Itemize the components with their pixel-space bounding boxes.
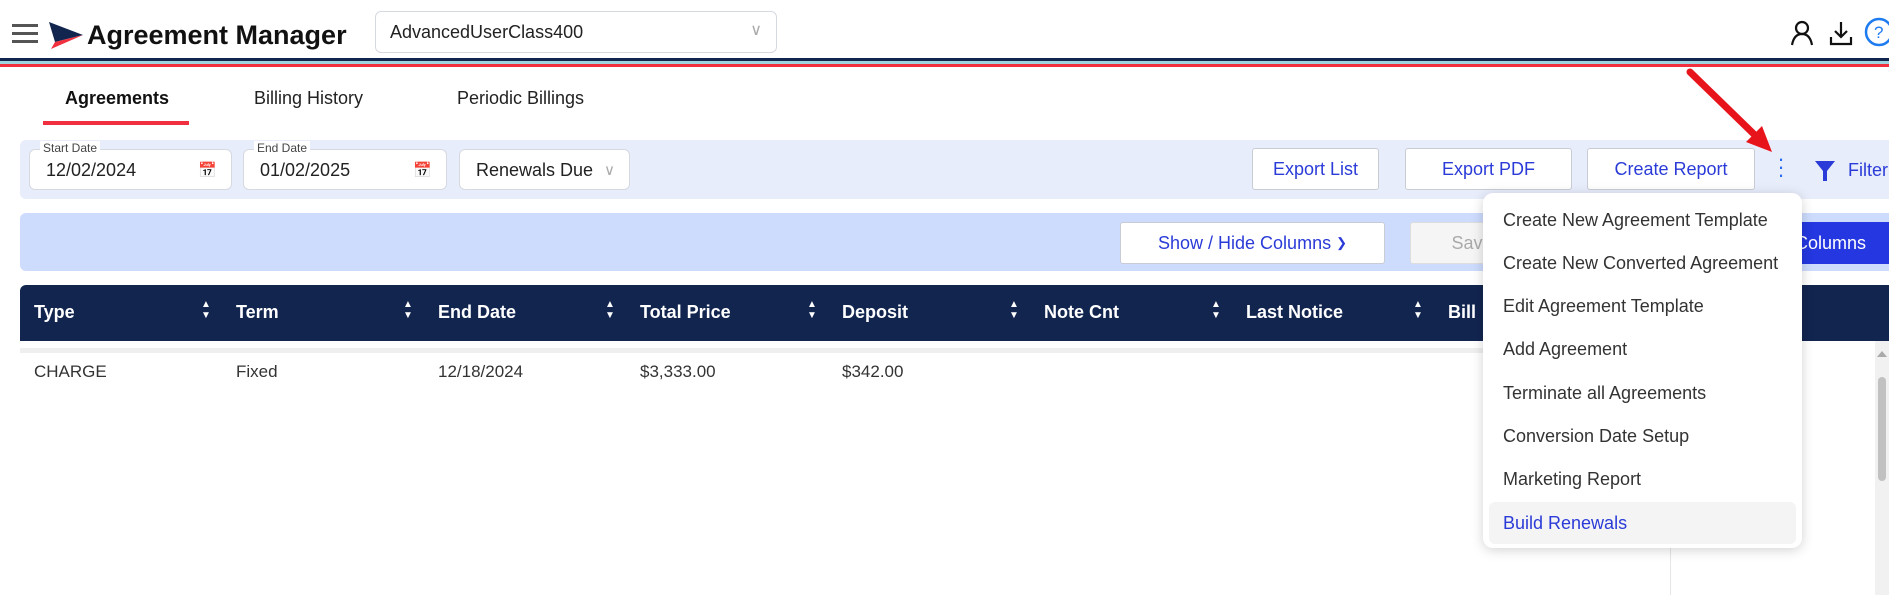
sort-icon[interactable]: ▲ ▼: [201, 299, 211, 321]
more-options-menu: Create New Agreement Template Create New …: [1483, 193, 1802, 548]
menu-item-add-agreement[interactable]: Add Agreement: [1489, 329, 1796, 371]
menu-item-marketing-report[interactable]: Marketing Report: [1489, 459, 1796, 501]
sort-icon[interactable]: ▲ ▼: [1211, 299, 1221, 321]
menu-item-conversion-date-setup[interactable]: Conversion Date Setup: [1489, 416, 1796, 458]
scrollbar-thumb[interactable]: [1878, 377, 1886, 481]
export-pdf-button[interactable]: Export PDF: [1405, 148, 1572, 190]
table-cell: CHARGE: [34, 362, 107, 381]
start-date-value: 12/02/2024: [46, 160, 137, 180]
header-divider: [0, 58, 1889, 67]
column-header-total-price[interactable]: Total Price: [640, 302, 731, 323]
calendar-icon[interactable]: 📅: [413, 161, 432, 179]
annotation-arrow-icon: [1686, 68, 1772, 152]
column-header-note-cnt[interactable]: Note Cnt: [1044, 302, 1119, 323]
class-select[interactable]: AdvancedUserClass400 ∨: [375, 11, 777, 53]
start-date-field[interactable]: Start Date 12/02/2024 📅: [29, 141, 232, 190]
start-date-label: Start Date: [40, 141, 101, 155]
status-select-value: Renewals Due: [476, 160, 594, 180]
tab-billing-history[interactable]: Billing History: [254, 88, 363, 109]
column-header-last-notice[interactable]: Last Notice: [1246, 302, 1343, 323]
columns-action-label: Columns: [1794, 232, 1866, 253]
export-list-button[interactable]: Export List: [1252, 148, 1379, 190]
user-icon[interactable]: [1790, 20, 1814, 46]
download-icon[interactable]: [1829, 20, 1853, 46]
tab-periodic-billings[interactable]: Periodic Billings: [457, 88, 584, 109]
sort-icon[interactable]: ▲ ▼: [1009, 299, 1019, 321]
column-header-end-date[interactable]: End Date: [438, 302, 516, 323]
svg-text:?: ?: [1874, 23, 1883, 42]
filter-icon[interactable]: [1814, 160, 1836, 182]
menu-item-create-new-converted-agreement[interactable]: Create New Converted Agreement: [1489, 242, 1796, 284]
menu-item-edit-agreement-template[interactable]: Edit Agreement Template: [1489, 286, 1796, 328]
sort-icon[interactable]: ▲ ▼: [807, 299, 817, 321]
class-select-value: AdvancedUserClass400: [390, 22, 584, 42]
scroll-up-arrow[interactable]: [1877, 351, 1887, 357]
tab-agreements[interactable]: Agreements: [65, 88, 169, 109]
header-separator: [20, 348, 1670, 353]
table-cell: 12/18/2024: [438, 362, 524, 381]
sort-icon[interactable]: ▲ ▼: [1413, 299, 1423, 321]
column-header-bill[interactable]: Bill: [1448, 302, 1476, 323]
show-hide-columns-button[interactable]: Show / Hide Columns ❯: [1120, 222, 1385, 264]
filter-button[interactable]: Filter: [1848, 160, 1888, 181]
chevron-down-icon: ∨: [604, 162, 615, 179]
sort-icon[interactable]: ▲ ▼: [605, 299, 615, 321]
column-header-type[interactable]: Type: [34, 302, 75, 323]
menu-item-create-new-agreement-template[interactable]: Create New Agreement Template: [1489, 199, 1796, 241]
show-hide-columns-label: Show / Hide Columns: [1158, 232, 1332, 253]
logo-icon: [49, 22, 83, 49]
end-date-label: End Date: [254, 141, 311, 155]
table-cell: Fixed: [236, 362, 278, 381]
menu-item-build-renewals[interactable]: Build Renewals: [1489, 502, 1796, 545]
table-cell: $3,333.00: [640, 362, 716, 381]
chevron-down-icon: ∨: [750, 22, 762, 39]
active-tab-underline: [43, 121, 189, 125]
status-select[interactable]: Renewals Due ∨: [459, 149, 630, 190]
end-date-field[interactable]: End Date 01/02/2025 📅: [243, 141, 447, 190]
end-date-value: 01/02/2025: [260, 160, 351, 180]
calendar-icon[interactable]: 📅: [198, 161, 217, 179]
menu-item-terminate-all-agreements[interactable]: Terminate all Agreements: [1489, 372, 1796, 414]
column-header-deposit[interactable]: Deposit: [842, 302, 908, 323]
app-title: Agreement Manager: [87, 20, 347, 50]
scrollbar[interactable]: [1875, 341, 1889, 595]
hamburger-menu-icon[interactable]: [12, 24, 38, 44]
chevron-down-icon: ❯: [1336, 235, 1347, 250]
help-icon[interactable]: ?: [1864, 17, 1889, 47]
sort-icon[interactable]: ▲ ▼: [403, 299, 413, 321]
column-header-term[interactable]: Term: [236, 302, 279, 323]
table-cell: $342.00: [842, 362, 904, 381]
